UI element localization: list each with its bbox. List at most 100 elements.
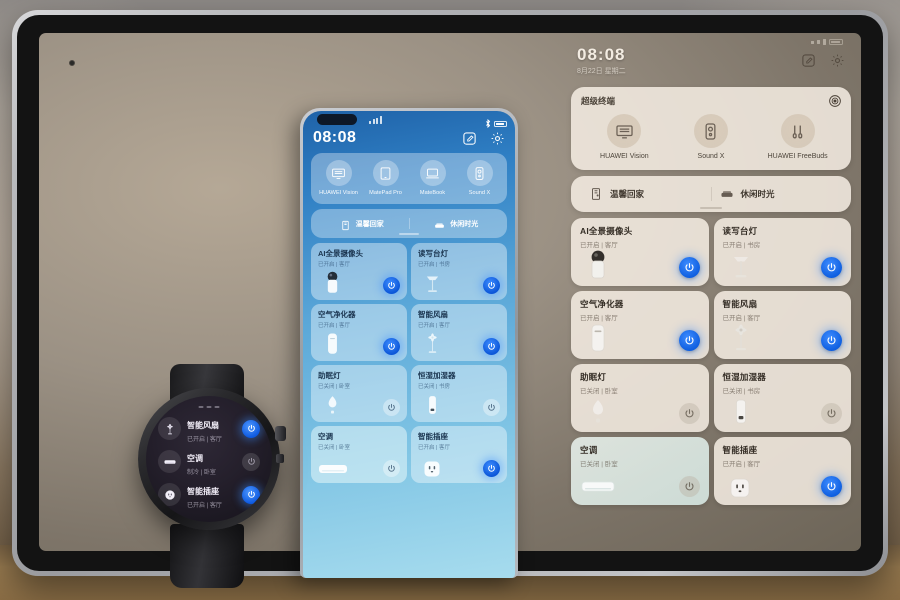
device-card-sleeplamp[interactable]: 助眠灯 已关闭 | 卧室 — [571, 364, 709, 432]
super-device-item[interactable]: MatePad Pro — [363, 160, 409, 197]
phone-status-bar — [303, 111, 515, 129]
sofa-icon — [434, 218, 445, 229]
watch-device-row-ac[interactable]: 空调 制冷 | 卧室 — [158, 445, 260, 478]
power-toggle[interactable] — [678, 476, 700, 497]
tablet-device-grid: AI全景摄像头 已开启 | 客厅 读写台灯 已开启 | 书房 空气净化器 已开启… — [571, 218, 851, 541]
super-device-item[interactable]: HUAWEI FreeBuds — [756, 114, 840, 160]
super-device-title: 超级终端 — [581, 96, 616, 106]
device-card-desklamp[interactable]: 读写台灯 已开启 | 书房 — [411, 243, 507, 300]
gear-icon[interactable] — [830, 53, 845, 68]
super-device-panel[interactable]: 超级终端 HUAWEI Vision Sound X HUAWEI FreeBu… — [571, 87, 851, 170]
panel-drag-handle[interactable] — [399, 233, 419, 235]
device-card-humidifier[interactable]: 恒湿加湿器 已关闭 | 书房 — [713, 364, 851, 432]
socket-icon — [158, 483, 181, 506]
super-device-item[interactable]: HUAWEI Vision — [582, 114, 666, 160]
device-name: 智能插座 — [722, 445, 758, 455]
phone-camera-notch-icon — [317, 114, 357, 125]
power-toggle[interactable] — [821, 330, 842, 351]
power-toggle[interactable] — [242, 452, 260, 471]
super-device-item[interactable]: MateBook — [410, 160, 456, 197]
device-card-camera[interactable]: AI全景摄像头 已开启 | 客厅 — [311, 243, 407, 300]
scene-card-leisure[interactable]: 休闲时光 — [408, 218, 504, 229]
tv-icon — [325, 160, 352, 186]
device-status: 已关闭 | 书房 — [418, 384, 450, 390]
power-toggle[interactable] — [383, 460, 400, 477]
scene-card-home[interactable]: 温馨回家 — [581, 187, 711, 201]
scene-card-home[interactable]: 温馨回家 — [315, 218, 409, 231]
target-icon[interactable] — [828, 94, 842, 108]
device-name: AI全景摄像头 — [580, 226, 633, 236]
desklamp-icon — [422, 269, 443, 297]
watch-device: 智能风扇 已开启 | 客厅 空调 制冷 | 卧室 智能插座 已开启 | 客厅 — [118, 364, 300, 588]
power-toggle[interactable] — [678, 330, 700, 351]
device-card-purifier[interactable]: 空气净化器 已开启 | 客厅 — [311, 304, 407, 361]
fan-icon — [158, 417, 181, 440]
power-toggle[interactable] — [483, 399, 500, 416]
scene-label: 温馨回家 — [355, 220, 384, 228]
device-status: 已开启 | 客厅 — [187, 436, 222, 443]
device-card-desklamp[interactable]: 读写台灯 已开启 | 书房 — [713, 218, 851, 286]
phone-super-device-list: HUAWEI Vision MatePad Pro MateBook Sound… — [315, 160, 503, 197]
super-device-label: HUAWEI FreeBuds — [767, 153, 828, 160]
edit-square-icon[interactable] — [801, 53, 816, 68]
device-card-sleeplamp[interactable]: 助眠灯 已关闭 | 卧室 — [311, 365, 407, 422]
device-card-ac[interactable]: 空调 已关闭 | 卧室 — [311, 426, 407, 483]
phone-super-device-panel[interactable]: HUAWEI Vision MatePad Pro MateBook Sound… — [311, 153, 507, 204]
device-status: 已关闭 | 卧室 — [318, 445, 350, 451]
device-card-fan[interactable]: 智能风扇 已开启 | 客厅 — [713, 291, 851, 359]
power-toggle[interactable] — [383, 399, 400, 416]
device-card-camera[interactable]: AI全景摄像头 已开启 | 客厅 — [571, 218, 709, 286]
power-toggle[interactable] — [678, 257, 700, 278]
panel-drag-handle[interactable] — [700, 207, 722, 209]
device-name: 空调 — [187, 453, 203, 463]
humidifier-icon — [422, 391, 443, 419]
device-status: 已开启 | 客厅 — [187, 502, 222, 509]
power-toggle[interactable] — [821, 257, 842, 278]
watch-crown-button[interactable] — [275, 426, 286, 441]
watch-device-row-fan[interactable]: 智能风扇 已开启 | 客厅 — [158, 412, 260, 445]
power-toggle[interactable] — [242, 485, 260, 504]
watch-device-row-socket[interactable]: 智能插座 已开启 | 客厅 — [158, 478, 260, 511]
phone-device-grid: AI全景摄像头 已开启 | 客厅 读写台灯 已开启 | 书房 空气净化器 已开启… — [311, 243, 507, 483]
device-card-socket[interactable]: 智能插座 已开启 | 客厅 — [713, 437, 851, 505]
super-device-label: HUAWEI Vision — [600, 153, 649, 160]
device-name: 智能风扇 — [187, 420, 219, 430]
signal-icon — [369, 116, 382, 124]
power-toggle[interactable] — [821, 476, 842, 497]
device-card-humidifier[interactable]: 恒湿加湿器 已关闭 | 书房 — [411, 365, 507, 422]
device-card-socket[interactable]: 智能插座 已开启 | 客厅 — [411, 426, 507, 483]
phone-screen: 08:08 HUAWEI Vision MatePad Pro MateBook… — [303, 111, 515, 578]
super-device-item[interactable]: Sound X — [457, 160, 503, 197]
power-toggle[interactable] — [821, 403, 842, 424]
power-toggle[interactable] — [483, 277, 500, 294]
device-card-fan[interactable]: 智能风扇 已开启 | 客厅 — [411, 304, 507, 361]
super-device-label: Sound X — [468, 190, 491, 196]
watch-side-button[interactable] — [276, 454, 284, 463]
power-toggle[interactable] — [242, 419, 260, 438]
fan-icon — [728, 321, 754, 355]
power-toggle[interactable] — [383, 277, 400, 294]
speaker-icon — [693, 114, 728, 148]
desklamp-icon — [728, 248, 754, 282]
watch-device-info: 智能风扇 已开启 | 客厅 — [187, 415, 236, 443]
device-card-purifier[interactable]: 空气净化器 已开启 | 客厅 — [571, 291, 709, 359]
super-device-item[interactable]: Sound X — [669, 114, 753, 160]
power-toggle[interactable] — [383, 338, 400, 355]
super-device-list: HUAWEI Vision Sound X HUAWEI FreeBuds — [581, 114, 841, 160]
tablet-icon — [372, 160, 399, 186]
power-toggle[interactable] — [483, 460, 500, 477]
edit-square-icon[interactable] — [462, 131, 477, 146]
battery-icon — [494, 121, 507, 127]
device-name: 智能风扇 — [418, 310, 448, 319]
device-status: 已开启 | 客厅 — [318, 262, 350, 268]
device-status: 已开启 | 客厅 — [318, 323, 350, 329]
scene-card-leisure[interactable]: 休闲时光 — [710, 187, 842, 201]
device-card-ac[interactable]: 空调 已关闭 | 卧室 — [571, 437, 709, 505]
power-toggle[interactable] — [483, 338, 500, 355]
super-device-item[interactable]: HUAWEI Vision — [316, 160, 362, 197]
device-status: 已开启 | 客厅 — [418, 445, 450, 451]
gear-icon[interactable] — [490, 131, 505, 146]
tv-icon — [607, 114, 642, 148]
device-name: 智能风扇 — [722, 299, 758, 309]
power-toggle[interactable] — [678, 403, 700, 424]
